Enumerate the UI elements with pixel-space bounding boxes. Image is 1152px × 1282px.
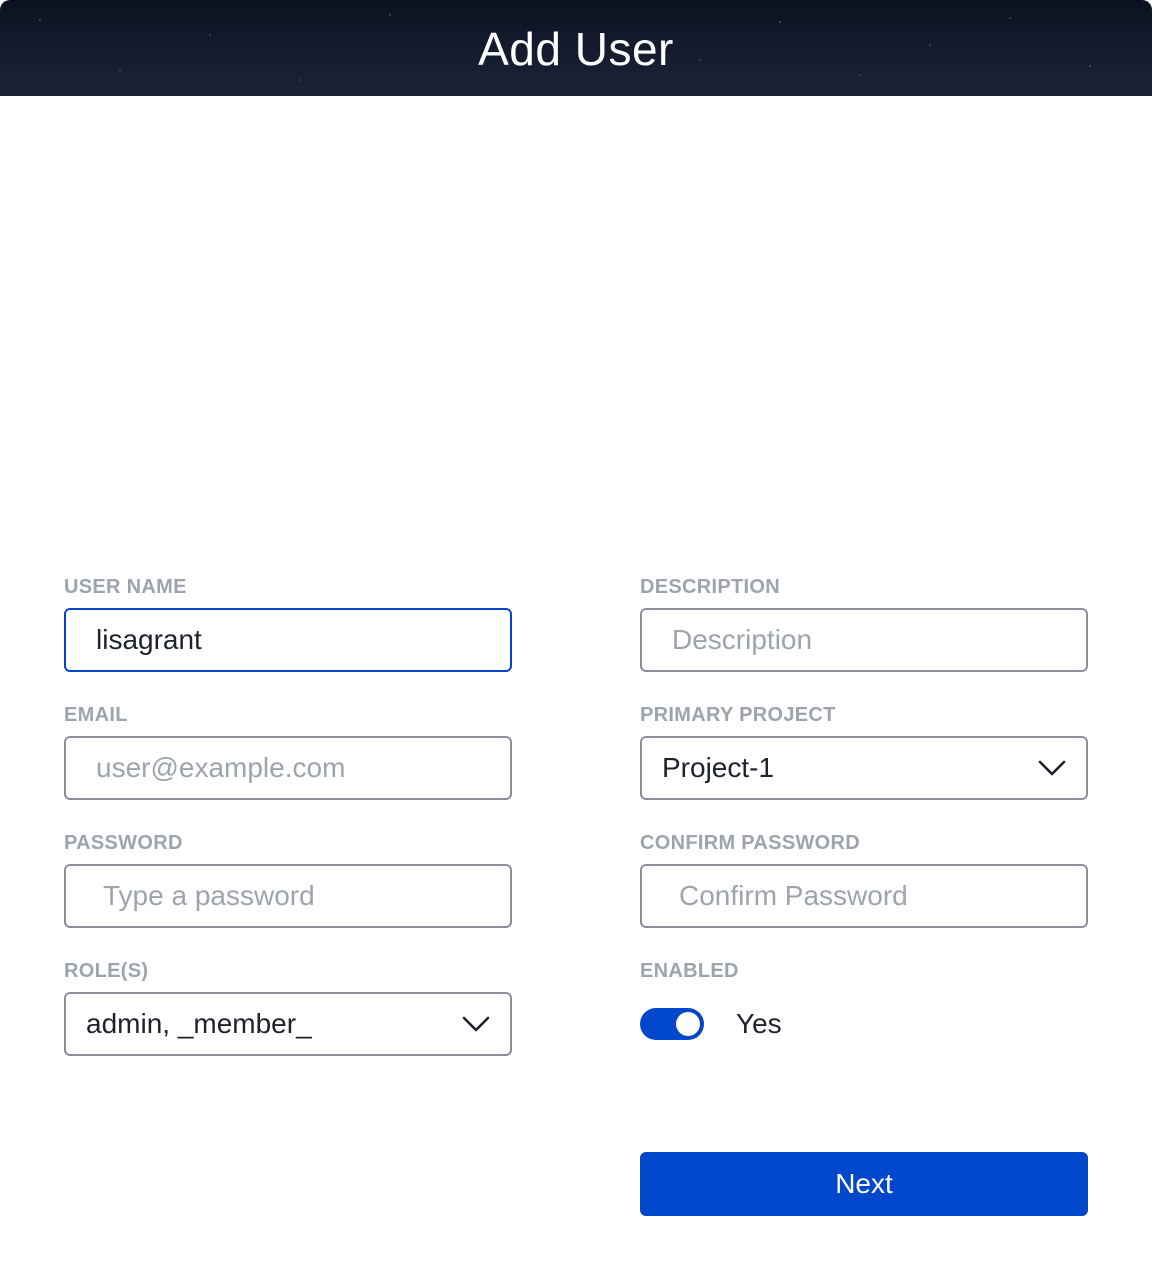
primary-project-selected-value: Project-1 [662,752,775,783]
primary-project-label: PRIMARY PROJECT [640,704,836,726]
roles-selected-value: admin, _member_ [86,1008,312,1039]
chevron-down-icon[interactable] [462,1016,490,1032]
page-title: Add User [478,23,674,75]
confirm-password-label: CONFIRM PASSWORD [640,832,860,854]
user-name-label: USER NAME [64,576,187,598]
confirm-password-field[interactable]: Confirm Password [640,864,1088,928]
toggle-knob [676,1012,700,1036]
password-label: PASSWORD [64,832,183,854]
email-field[interactable]: user@example.com [64,736,512,800]
header-banner: Add User [0,0,1152,96]
user-name-value: lisagrant [96,624,202,655]
enabled-label: ENABLED [640,960,739,982]
user-name-field[interactable]: lisagrant [64,608,512,672]
description-field[interactable]: Description [640,608,1088,672]
password-field[interactable]: Type a password [64,864,512,928]
enabled-state-label: Yes [736,1008,782,1039]
next-button[interactable]: Next [640,1152,1088,1216]
email-label: EMAIL [64,704,128,726]
password-placeholder: Type a password [103,880,315,911]
enabled-toggle[interactable] [640,1008,704,1040]
email-placeholder: user@example.com [96,752,346,783]
roles-select[interactable]: admin, _member_ [64,992,512,1056]
roles-label: ROLE(S) [64,960,149,982]
chevron-down-icon[interactable] [1038,760,1066,776]
primary-project-select[interactable]: Project-1 [640,736,1088,800]
description-label: DESCRIPTION [640,576,780,598]
description-placeholder: Description [672,624,813,655]
confirm-password-placeholder: Confirm Password [679,880,908,911]
